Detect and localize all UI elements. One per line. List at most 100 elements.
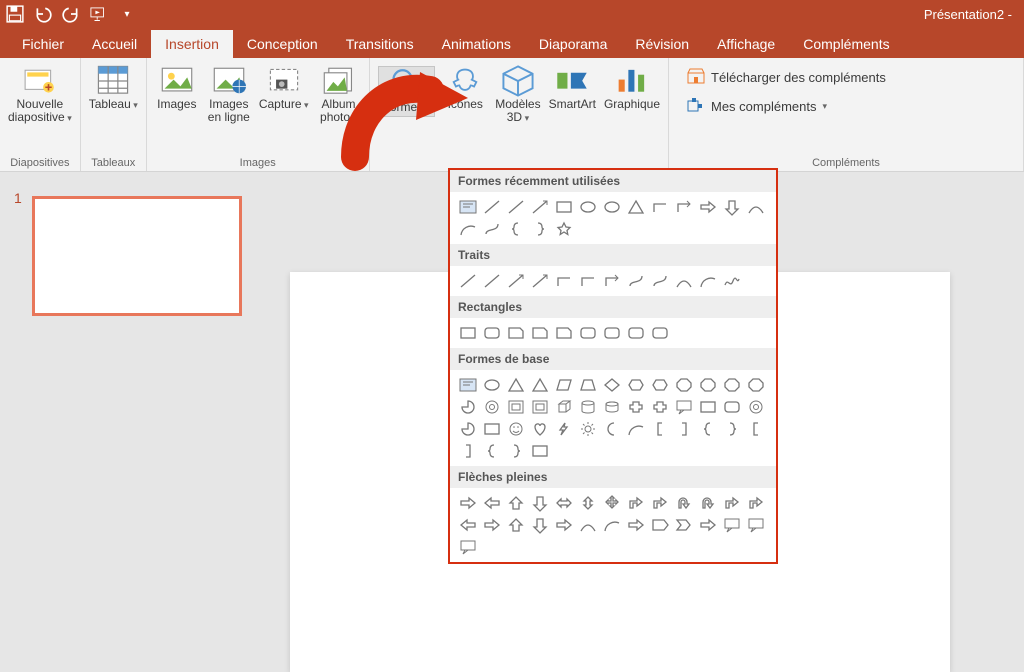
shape-rarrow[interactable] xyxy=(456,492,480,514)
shape-cube[interactable] xyxy=(552,396,576,418)
tab-transitions[interactable]: Transitions xyxy=(332,30,428,58)
shape-hex[interactable] xyxy=(624,374,648,396)
shape-braceL[interactable] xyxy=(480,440,504,462)
table-button[interactable]: Tableau xyxy=(89,66,138,111)
shape-arc[interactable] xyxy=(456,218,480,240)
shape-diamond[interactable] xyxy=(600,374,624,396)
shape-uturn[interactable] xyxy=(672,492,696,514)
shape-sun[interactable] xyxy=(576,418,600,440)
shape-rrect[interactable] xyxy=(600,322,624,344)
shape-textbox[interactable] xyxy=(456,196,480,218)
tab-affichage[interactable]: Affichage xyxy=(703,30,789,58)
shape-rarrow[interactable] xyxy=(552,514,576,536)
slide-thumbnail-1[interactable] xyxy=(32,196,242,316)
shape-oval[interactable] xyxy=(480,374,504,396)
shape-uturn[interactable] xyxy=(696,492,720,514)
shape-pie[interactable] xyxy=(456,418,480,440)
shape-tri[interactable] xyxy=(528,374,552,396)
shape-bend[interactable] xyxy=(648,492,672,514)
shape-braceL[interactable] xyxy=(696,418,720,440)
shape-bend[interactable] xyxy=(744,492,768,514)
shape-oval[interactable] xyxy=(600,196,624,218)
shape-darrow[interactable] xyxy=(720,196,744,218)
tab-revision[interactable]: Révision xyxy=(621,30,703,58)
shape-rect[interactable] xyxy=(696,396,720,418)
shape-frame[interactable] xyxy=(504,396,528,418)
shape-callout[interactable] xyxy=(672,396,696,418)
tab-insertion[interactable]: Insertion xyxy=(151,30,233,58)
shape-uarrow[interactable] xyxy=(504,514,528,536)
shape-elbowarr[interactable] xyxy=(672,196,696,218)
shape-rarrow[interactable] xyxy=(696,196,720,218)
shape-rect[interactable] xyxy=(456,322,480,344)
shape-rarrow[interactable] xyxy=(624,514,648,536)
shape-bend[interactable] xyxy=(624,492,648,514)
shape-smiley[interactable] xyxy=(504,418,528,440)
shape-connector[interactable] xyxy=(624,270,648,292)
qat-caret-icon[interactable]: ▾ xyxy=(118,5,136,23)
tab-fichier[interactable]: Fichier xyxy=(8,30,78,58)
shape-curve[interactable] xyxy=(744,196,768,218)
shape-cross[interactable] xyxy=(648,396,672,418)
tab-accueil[interactable]: Accueil xyxy=(78,30,151,58)
shape-donut[interactable] xyxy=(480,396,504,418)
shape-rrect[interactable] xyxy=(576,322,600,344)
shape-callout[interactable] xyxy=(744,514,768,536)
shape-darrow[interactable] xyxy=(528,514,552,536)
shape-line[interactable] xyxy=(456,270,480,292)
shape-rrect[interactable] xyxy=(480,322,504,344)
capture-button[interactable]: Capture xyxy=(259,66,309,111)
shape-bracketL[interactable] xyxy=(744,418,768,440)
shape-rect[interactable] xyxy=(480,418,504,440)
images-button[interactable]: Images xyxy=(155,66,199,111)
shape-donut[interactable] xyxy=(744,396,768,418)
shape-para[interactable] xyxy=(552,374,576,396)
shape-arc[interactable] xyxy=(600,514,624,536)
shape-arrowline[interactable] xyxy=(528,196,552,218)
shape-rect[interactable] xyxy=(552,196,576,218)
shape-chev[interactable] xyxy=(672,514,696,536)
shape-trap[interactable] xyxy=(576,374,600,396)
shape-oct[interactable] xyxy=(720,374,744,396)
shape-frame[interactable] xyxy=(528,396,552,418)
shape-moon[interactable] xyxy=(600,418,624,440)
download-addins-button[interactable]: Télécharger des compléments xyxy=(687,68,1005,87)
shape-scribble[interactable] xyxy=(720,270,744,292)
shape-pent[interactable] xyxy=(648,514,672,536)
shape-curve[interactable] xyxy=(672,270,696,292)
shape-braceR[interactable] xyxy=(504,440,528,462)
shape-can[interactable] xyxy=(600,396,624,418)
shape-line[interactable] xyxy=(480,196,504,218)
shape-textbox[interactable] xyxy=(456,374,480,396)
shape-arc[interactable] xyxy=(696,270,720,292)
shape-darrow[interactable] xyxy=(528,492,552,514)
album-button[interactable]: Album photo xyxy=(317,66,361,124)
shape-elbow[interactable] xyxy=(648,196,672,218)
shape-snip[interactable] xyxy=(504,322,528,344)
tab-conception[interactable]: Conception xyxy=(233,30,332,58)
shape-cross[interactable] xyxy=(624,396,648,418)
shape-bracketR[interactable] xyxy=(672,418,696,440)
new-slide-button[interactable]: Nouvelle diapositive xyxy=(8,66,72,124)
shape-snip[interactable] xyxy=(552,322,576,344)
shape-rarrow[interactable] xyxy=(480,514,504,536)
shape-bend[interactable] xyxy=(720,492,744,514)
shape-rrect[interactable] xyxy=(720,396,744,418)
start-slideshow-icon[interactable] xyxy=(90,5,108,23)
shape-oct[interactable] xyxy=(744,374,768,396)
shape-line[interactable] xyxy=(504,196,528,218)
shape-star[interactable] xyxy=(552,218,576,240)
shape-bolt[interactable] xyxy=(552,418,576,440)
shapes-button[interactable]: Formes xyxy=(378,66,436,117)
shape-rect[interactable] xyxy=(528,440,552,462)
shape-oct[interactable] xyxy=(696,374,720,396)
my-addins-button[interactable]: Mes compléments ▾ xyxy=(687,97,1005,116)
shape-braceR[interactable] xyxy=(720,418,744,440)
shape-arc[interactable] xyxy=(624,418,648,440)
tab-animations[interactable]: Animations xyxy=(428,30,525,58)
shape-elbow[interactable] xyxy=(552,270,576,292)
shape-udarrow[interactable] xyxy=(576,492,600,514)
shape-arrowline[interactable] xyxy=(528,270,552,292)
shape-pie[interactable] xyxy=(456,396,480,418)
shape-callout[interactable] xyxy=(456,536,480,558)
